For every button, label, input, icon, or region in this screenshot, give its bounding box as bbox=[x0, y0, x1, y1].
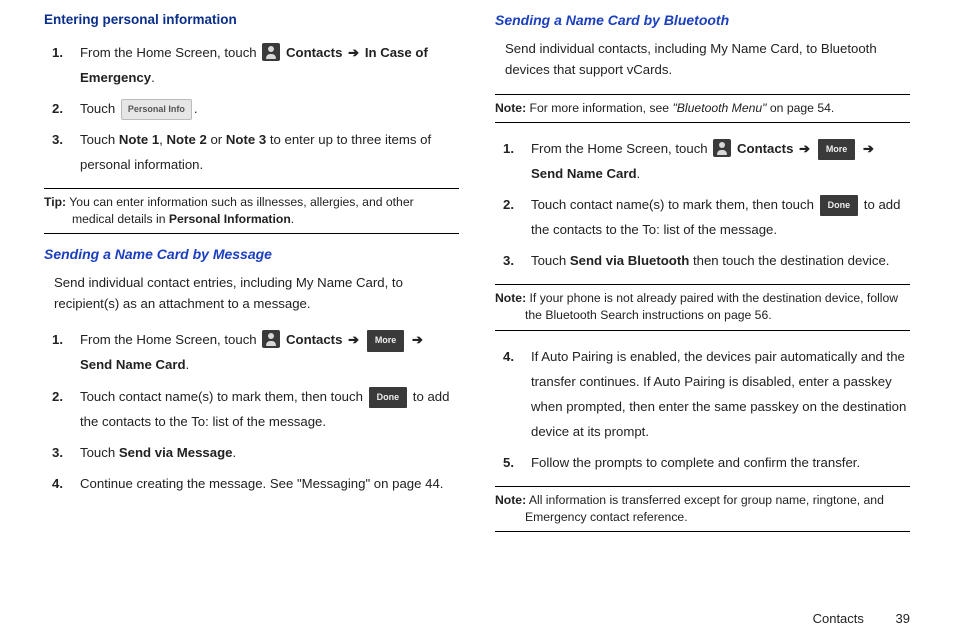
bt-step-2: 2. Touch contact name(s) to mark them, t… bbox=[513, 189, 910, 245]
right-column: Sending a Name Card by Bluetooth Send in… bbox=[495, 10, 910, 542]
note-transfer-info: Note: All information is transferred exc… bbox=[495, 486, 910, 532]
msg-step-1: 1. From the Home Screen, touch Contacts … bbox=[62, 324, 459, 380]
bt-step-3: 3. Touch Send via Bluetooth then touch t… bbox=[513, 245, 910, 276]
done-button: Done bbox=[369, 387, 408, 408]
intro-send-by-bluetooth: Send individual contacts, including My N… bbox=[495, 36, 910, 86]
msg-step-4: 4. Continue creating the message. See "M… bbox=[62, 468, 459, 499]
contacts-icon bbox=[262, 330, 280, 348]
steps-send-by-bluetooth-b: 4. If Auto Pairing is enabled, the devic… bbox=[495, 341, 910, 478]
heading-send-by-bluetooth: Sending a Name Card by Bluetooth bbox=[495, 10, 910, 32]
msg-step-2: 2. Touch contact name(s) to mark them, t… bbox=[62, 381, 459, 437]
note-bluetooth-menu: Note: For more information, see "Bluetoo… bbox=[495, 94, 910, 123]
heading-entering-personal: Entering personal information bbox=[44, 10, 459, 31]
steps-send-by-bluetooth-a: 1. From the Home Screen, touch Contacts … bbox=[495, 133, 910, 276]
bt-step-4: 4. If Auto Pairing is enabled, the devic… bbox=[513, 341, 910, 447]
done-button: Done bbox=[820, 195, 859, 216]
page-footer: Contacts 39 bbox=[813, 611, 910, 626]
heading-send-by-message: Sending a Name Card by Message bbox=[44, 244, 459, 266]
more-button: More bbox=[818, 139, 856, 160]
steps-entering-personal: 1. From the Home Screen, touch Contacts … bbox=[44, 37, 459, 180]
step-2: 2. Touch Personal Info. bbox=[62, 93, 459, 124]
msg-step-3: 3. Touch Send via Message. bbox=[62, 437, 459, 468]
steps-send-by-message: 1. From the Home Screen, touch Contacts … bbox=[44, 324, 459, 498]
personal-info-button: Personal Info bbox=[121, 99, 192, 120]
footer-page-number: 39 bbox=[896, 611, 910, 626]
contacts-icon bbox=[262, 43, 280, 61]
note-pairing: Note: If your phone is not already paire… bbox=[495, 284, 910, 330]
footer-chapter: Contacts bbox=[813, 611, 864, 626]
bt-step-1: 1. From the Home Screen, touch Contacts … bbox=[513, 133, 910, 189]
intro-send-by-message: Send individual contact entries, includi… bbox=[44, 270, 459, 320]
bt-step-5: 5. Follow the prompts to complete and co… bbox=[513, 447, 910, 478]
left-column: Entering personal information 1. From th… bbox=[44, 10, 459, 542]
tip-block: Tip: You can enter information such as i… bbox=[44, 188, 459, 234]
step-1: 1. From the Home Screen, touch Contacts … bbox=[62, 37, 459, 93]
contacts-icon bbox=[713, 139, 731, 157]
step-3: 3. Touch Note 1, Note 2 or Note 3 to ent… bbox=[62, 124, 459, 180]
more-button: More bbox=[367, 330, 405, 351]
